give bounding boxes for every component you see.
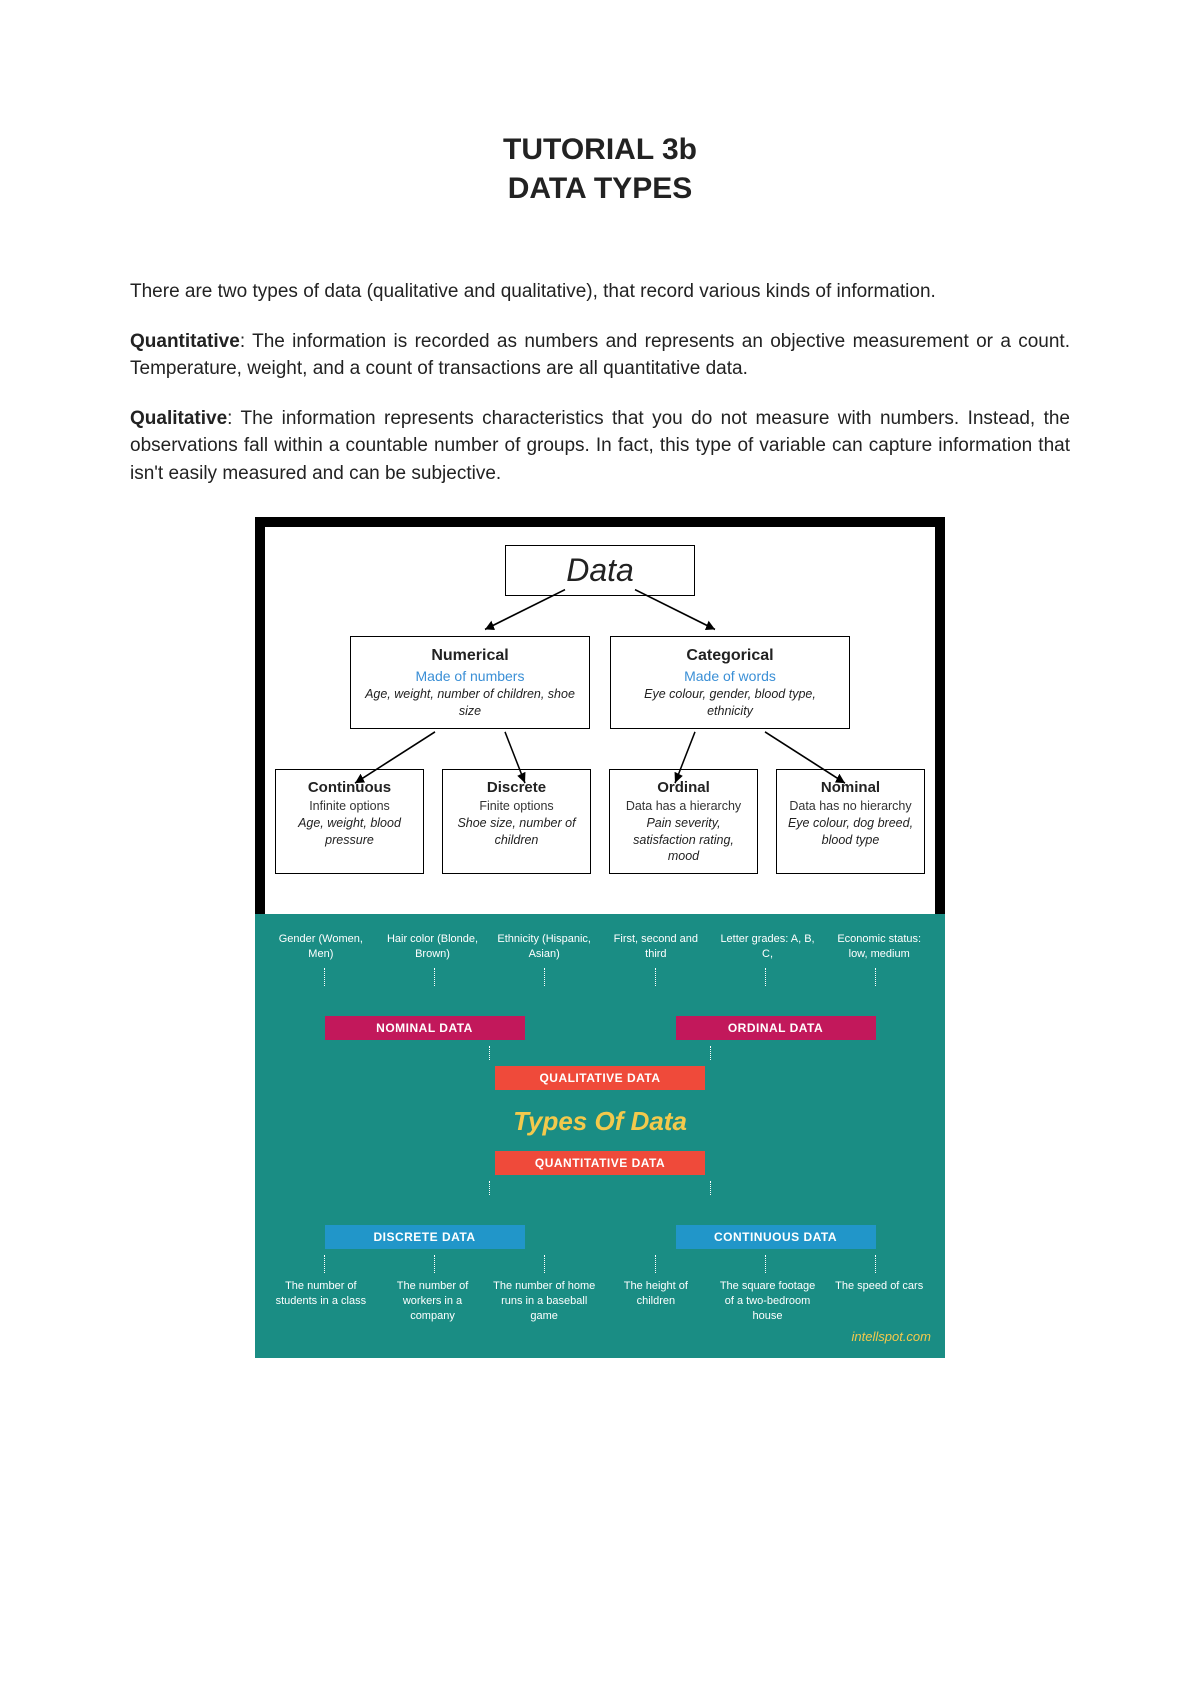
- quantitative-text: : The information is recorded as numbers…: [130, 331, 1070, 380]
- qualitative-label: Qualitative: [130, 408, 227, 429]
- title-line-1: TUTORIAL 3b: [130, 130, 1070, 169]
- qualitative-text: : The information represents characteris…: [130, 408, 1070, 484]
- node-title: Categorical: [621, 645, 839, 667]
- example-item: The number of students in a class: [269, 1279, 373, 1324]
- nominal-ordinal-row: NOMINAL DATA ORDINAL DATA: [269, 1016, 931, 1040]
- ordinal-bar: ORDINAL DATA: [676, 1016, 876, 1040]
- example-item: First, second and third: [604, 932, 708, 962]
- example-item: Letter grades: A, B, C,: [716, 932, 820, 962]
- quantitative-paragraph: Quantitative: The information is recorde…: [130, 328, 1070, 383]
- example-item: The number of workers in a company: [381, 1279, 485, 1324]
- diagram-root-node: Data: [505, 545, 695, 596]
- node-subtitle: Data has a hierarchy: [620, 798, 747, 815]
- discrete-bar: DISCRETE DATA: [325, 1225, 525, 1249]
- data-hierarchy-diagram: Data Numerical Made of numbers Age, weig…: [255, 517, 945, 914]
- node-categorical: Categorical Made of words Eye colour, ge…: [610, 636, 850, 728]
- node-nominal: Nominal Data has no hierarchy Eye colour…: [776, 769, 925, 875]
- quantitative-bar: QUANTITATIVE DATA: [495, 1151, 705, 1175]
- node-subtitle: Made of words: [621, 667, 839, 686]
- node-title: Continuous: [286, 778, 413, 798]
- example-item: Hair color (Blonde, Brown): [381, 932, 485, 962]
- node-subtitle: Made of numbers: [361, 667, 579, 686]
- node-numerical: Numerical Made of numbers Age, weight, n…: [350, 636, 590, 728]
- intro-paragraph: There are two types of data (qualitative…: [130, 278, 1070, 306]
- qualitative-bar: QUALITATIVE DATA: [495, 1066, 705, 1090]
- types-of-data-infographic: Gender (Women, Men) Hair color (Blonde, …: [255, 914, 945, 1358]
- node-ordinal: Ordinal Data has a hierarchy Pain severi…: [609, 769, 758, 875]
- node-title: Ordinal: [620, 778, 747, 798]
- node-examples: Eye colour, gender, blood type, ethnicit…: [621, 686, 839, 720]
- example-item: Gender (Women, Men): [269, 932, 373, 962]
- title-line-2: DATA TYPES: [130, 169, 1070, 208]
- example-item: The height of children: [604, 1279, 708, 1324]
- example-item: The number of home runs in a baseball ga…: [492, 1279, 596, 1324]
- page-title-block: TUTORIAL 3b DATA TYPES: [130, 130, 1070, 208]
- node-discrete: Discrete Finite options Shoe size, numbe…: [442, 769, 591, 875]
- node-continuous: Continuous Infinite options Age, weight,…: [275, 769, 424, 875]
- node-title: Nominal: [787, 778, 914, 798]
- node-subtitle: Finite options: [453, 798, 580, 815]
- qualitative-paragraph: Qualitative: The information represents …: [130, 405, 1070, 488]
- infographic-credit: intellspot.com: [269, 1329, 931, 1344]
- example-item: Economic status: low, medium: [827, 932, 931, 962]
- continuous-bar: CONTINUOUS DATA: [676, 1225, 876, 1249]
- nominal-bar: NOMINAL DATA: [325, 1016, 525, 1040]
- infographic-title: Types Of Data: [269, 1106, 931, 1137]
- node-examples: Age, weight, blood pressure: [286, 815, 413, 849]
- example-item: The square footage of a two-bedroom hous…: [716, 1279, 820, 1324]
- top-examples-row: Gender (Women, Men) Hair color (Blonde, …: [269, 932, 931, 962]
- node-subtitle: Infinite options: [286, 798, 413, 815]
- node-examples: Age, weight, number of children, shoe si…: [361, 686, 579, 720]
- node-examples: Shoe size, number of children: [453, 815, 580, 849]
- example-item: The speed of cars: [827, 1279, 931, 1324]
- node-title: Numerical: [361, 645, 579, 667]
- node-examples: Eye colour, dog breed, blood type: [787, 815, 914, 849]
- node-subtitle: Data has no hierarchy: [787, 798, 914, 815]
- example-item: Ethnicity (Hispanic, Asian): [492, 932, 596, 962]
- node-examples: Pain severity, satisfaction rating, mood: [620, 815, 747, 866]
- node-title: Discrete: [453, 778, 580, 798]
- discrete-continuous-row: DISCRETE DATA CONTINUOUS DATA: [269, 1225, 931, 1249]
- quantitative-label: Quantitative: [130, 331, 240, 352]
- bottom-examples-row: The number of students in a class The nu…: [269, 1279, 931, 1324]
